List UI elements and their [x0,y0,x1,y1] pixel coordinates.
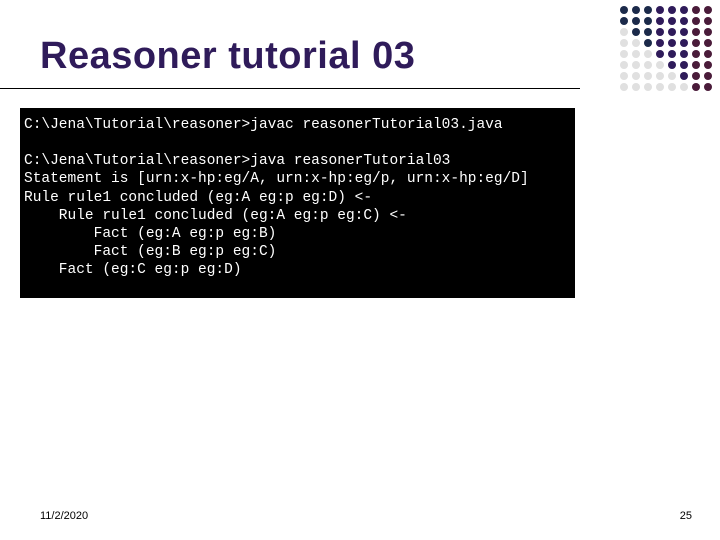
dot-icon [692,83,700,91]
dot-icon [656,72,664,80]
dot-icon [680,28,688,36]
dot-icon [620,50,628,58]
dot-icon [680,6,688,14]
slide: Reasoner tutorial 03 C:\Jena\Tutorial\re… [0,0,720,540]
dot-icon [680,83,688,91]
dot-icon [632,50,640,58]
dot-icon [644,83,652,91]
dot-icon [692,39,700,47]
dot-icon [620,39,628,47]
dot-icon [644,39,652,47]
dot-icon [620,72,628,80]
dot-icon [680,17,688,25]
dot-icon [692,6,700,14]
footer-date: 11/2/2020 [40,510,88,522]
dot-icon [704,39,712,47]
dot-row [620,50,712,58]
dot-icon [656,6,664,14]
slide-title: Reasoner tutorial 03 [40,35,415,78]
dot-icon [644,28,652,36]
dot-icon [644,50,652,58]
dot-icon [680,72,688,80]
dot-icon [668,39,676,47]
dot-icon [704,72,712,80]
dot-icon [620,17,628,25]
dot-icon [704,28,712,36]
dot-icon [632,28,640,36]
dot-icon [632,61,640,69]
dot-row [620,83,712,91]
dot-row [620,72,712,80]
dot-icon [632,17,640,25]
dot-icon [668,6,676,14]
dot-icon [704,50,712,58]
decorative-dot-grid [620,6,712,91]
dot-icon [656,39,664,47]
dot-icon [620,61,628,69]
dot-icon [644,61,652,69]
dot-icon [668,83,676,91]
dot-icon [656,28,664,36]
dot-icon [656,61,664,69]
dot-icon [680,61,688,69]
dot-icon [692,28,700,36]
dot-icon [620,6,628,14]
dot-icon [656,17,664,25]
title-underline [0,88,580,89]
dot-icon [680,50,688,58]
dot-row [620,28,712,36]
dot-icon [704,6,712,14]
dot-row [620,39,712,47]
footer-page-number: 25 [680,510,692,522]
dot-icon [632,39,640,47]
dot-icon [704,83,712,91]
dot-icon [692,17,700,25]
dot-icon [632,6,640,14]
dot-row [620,17,712,25]
dot-icon [656,83,664,91]
dot-icon [692,61,700,69]
dot-icon [668,28,676,36]
dot-icon [680,39,688,47]
dot-icon [668,50,676,58]
dot-icon [632,72,640,80]
dot-icon [620,28,628,36]
dot-icon [620,83,628,91]
dot-icon [692,50,700,58]
dot-row [620,6,712,14]
dot-icon [644,17,652,25]
dot-row [620,61,712,69]
dot-icon [668,17,676,25]
dot-icon [644,6,652,14]
dot-icon [704,61,712,69]
dot-icon [644,72,652,80]
dot-icon [704,17,712,25]
dot-icon [668,61,676,69]
dot-icon [632,83,640,91]
dot-icon [668,72,676,80]
dot-icon [692,72,700,80]
dot-icon [656,50,664,58]
terminal-output: C:\Jena\Tutorial\reasoner>javac reasoner… [20,108,575,298]
